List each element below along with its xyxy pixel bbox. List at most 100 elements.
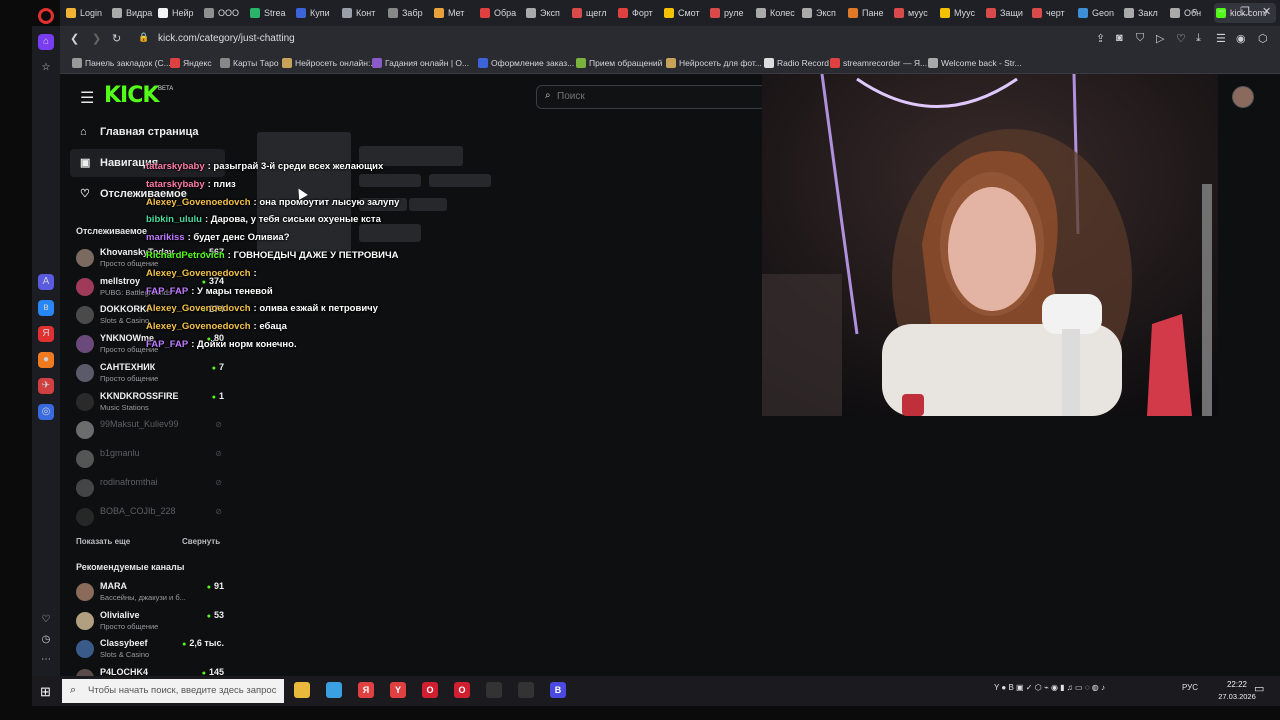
speed-dial-icon[interactable]: ☆ <box>38 60 54 76</box>
browser-tab[interactable]: Нейр <box>156 3 200 23</box>
browser-tab[interactable]: Strea <box>248 3 292 23</box>
show-more-link[interactable]: Показать еще <box>76 537 130 546</box>
bookmark-item[interactable]: Прием обращений <box>576 56 662 70</box>
search-tabs-icon[interactable]: ⌕ <box>1192 5 1198 18</box>
heart-icon[interactable]: ♡ <box>38 612 54 628</box>
browser-tab[interactable]: ООО <box>202 3 246 23</box>
chat-username[interactable]: Alexey_Govenoedovch <box>146 303 251 314</box>
kick-logo[interactable]: KICK <box>104 83 159 108</box>
browser-tab[interactable]: Эксп <box>800 3 844 23</box>
browser-tab[interactable]: Geon <box>1076 3 1120 23</box>
chat-username[interactable]: FAP_FAP <box>146 339 188 350</box>
shield-icon[interactable]: ⛉ <box>1136 32 1144 45</box>
url-field[interactable]: kick.com/category/just-chatting <box>158 30 1158 48</box>
bookmark-item[interactable]: Welcome back - Str... <box>928 56 1022 70</box>
recommended-channel[interactable]: MARA Бассейны, джакузи и б... 91 <box>74 578 224 606</box>
taskbar-app-icon[interactable]: O <box>454 682 470 698</box>
browser-tab[interactable]: Форт <box>616 3 660 23</box>
more-icon[interactable]: ⋯ <box>38 652 54 668</box>
notifications-icon[interactable]: ▭ <box>1254 682 1264 695</box>
taskbar-app-icon[interactable] <box>294 682 310 698</box>
browser-tab[interactable]: Пане <box>846 3 890 23</box>
tray-icons[interactable]: Y ● B ▣ ✓ ⬡ ⌁ ◉ ▮ ♫ ▭ ◌ ◍ ♪ <box>994 683 1105 692</box>
aria-icon[interactable]: A <box>38 274 54 290</box>
offline-channel[interactable]: BOBA_COJIb_228 ⊘ <box>74 503 224 531</box>
chat-username[interactable]: Alexey_Govenoedovch <box>146 321 251 332</box>
bookmark-item[interactable]: Гадания онлайн | О... <box>372 56 469 70</box>
browser-tab[interactable]: Колес <box>754 3 798 23</box>
browser-tab[interactable]: муус <box>892 3 936 23</box>
following-channel[interactable]: KKNDKROSSFIREMusic Stations 1 <box>74 388 224 416</box>
bookmark-item[interactable]: streamrecorder — Я... <box>830 56 927 70</box>
user-avatar[interactable] <box>1232 86 1254 108</box>
recommended-channel[interactable]: ClassybeefSlots & Casino 2,6 тыс. <box>74 635 224 663</box>
chat-username[interactable]: FAP_FAP <box>146 286 188 297</box>
chat-username[interactable]: Alexey_Govenoedovch <box>146 197 251 208</box>
heart-bookmark-icon[interactable]: ♡ <box>1176 32 1186 45</box>
play-icon[interactable]: ▷ <box>1156 32 1164 45</box>
forward-icon[interactable]: ❯ <box>92 32 101 45</box>
offline-channel[interactable]: 99Maksut_Kuliev99 ⊘ <box>74 416 224 444</box>
share-icon[interactable]: ⇪ <box>1096 32 1105 45</box>
bookmark-item[interactable]: Нейросеть для фот... <box>666 56 762 70</box>
browser-tab[interactable]: Забр <box>386 3 430 23</box>
bookmark-item[interactable]: Панель закладок (С... <box>72 56 171 70</box>
menu-icon[interactable]: ☰ <box>1216 32 1226 45</box>
clock-date[interactable]: 27.03.2026 <box>1217 692 1257 701</box>
close-icon[interactable]: ✕ <box>1262 5 1271 18</box>
browser-tab[interactable]: щегл <box>570 3 614 23</box>
browser-tab[interactable]: черт <box>1030 3 1074 23</box>
bookmark-item[interactable]: Нейросеть онлайн:... <box>282 56 377 70</box>
browser-tab[interactable]: Муус <box>938 3 982 23</box>
home-icon[interactable]: ⌂ <box>38 34 54 50</box>
chat-username[interactable]: marikiss <box>146 232 185 243</box>
maximize-icon[interactable]: ❐ <box>1240 5 1250 18</box>
recommended-channel[interactable]: OlivialiveПросто общение 53 <box>74 607 224 635</box>
nav-home[interactable]: ⌂ Главная страница <box>70 118 225 146</box>
app2-icon[interactable]: ✈ <box>38 378 54 394</box>
browser-tab[interactable]: Обн <box>1168 3 1212 23</box>
taskbar-app-icon[interactable] <box>518 682 534 698</box>
history-icon[interactable]: ◷ <box>38 632 54 648</box>
search-box[interactable]: ⌕ <box>536 85 766 109</box>
app-icon[interactable]: ● <box>38 352 54 368</box>
following-channel[interactable]: САНТЕХНИКПросто общение 7 <box>74 359 224 387</box>
browser-tab[interactable]: Обра <box>478 3 522 23</box>
browser-tab[interactable]: Конт <box>340 3 384 23</box>
browser-tab[interactable]: Смот <box>662 3 706 23</box>
bookmark-item[interactable]: Яндекс <box>170 56 212 70</box>
download-icon[interactable]: ⤓ <box>1196 32 1201 45</box>
chat-username[interactable]: RichardPetrovich <box>146 250 225 261</box>
taskbar-app-icon[interactable]: Y <box>390 682 406 698</box>
opera-logo-icon[interactable] <box>38 8 54 24</box>
windows-start-icon[interactable]: ⊞ <box>40 684 51 700</box>
offline-channel[interactable]: rodinafromthai ⊘ <box>74 474 224 502</box>
taskbar-app-icon[interactable]: O <box>422 682 438 698</box>
taskbar-search[interactable]: ⌕ Чтобы начать поиск, введите здесь запр… <box>62 679 284 703</box>
browser-tab[interactable]: Купи <box>294 3 338 23</box>
browser-tab[interactable]: Защи <box>984 3 1028 23</box>
taskbar-app-icon[interactable]: Я <box>358 682 374 698</box>
taskbar-app-icon[interactable] <box>326 682 342 698</box>
browser-tab[interactable]: Login <box>64 3 108 23</box>
chat-username[interactable]: Alexey_Govenoedovch <box>146 268 251 279</box>
clock-time[interactable]: 22:22 <box>1217 680 1257 689</box>
search-input[interactable] <box>557 90 757 104</box>
extensions-icon[interactable]: ⬡ <box>1258 32 1268 45</box>
browser-tab[interactable]: Закл <box>1122 3 1166 23</box>
bookmark-item[interactable]: Оформление заказ... <box>478 56 574 70</box>
chat-username[interactable]: tatarskybaby <box>146 161 205 172</box>
browser-tab[interactable]: Эксп <box>524 3 568 23</box>
browser-tab[interactable]: Мет <box>432 3 476 23</box>
chat-username[interactable]: bibkin_ululu <box>146 214 202 225</box>
chat-username[interactable]: tatarskybaby <box>146 179 205 190</box>
bookmark-item[interactable]: Radio Record <box>764 56 829 70</box>
profile-icon[interactable]: ◉ <box>1236 32 1246 45</box>
browser-tab[interactable]: руле <box>708 3 752 23</box>
language-indicator[interactable]: РУС <box>1182 683 1198 692</box>
bookmark-item[interactable]: Карты Таро <box>220 56 279 70</box>
camera-icon[interactable]: ◙ <box>1116 32 1123 44</box>
taskbar-app-icon[interactable]: B <box>550 682 566 698</box>
minimize-icon[interactable]: – <box>1218 5 1224 17</box>
collapse-link[interactable]: Свернуть <box>182 537 220 546</box>
